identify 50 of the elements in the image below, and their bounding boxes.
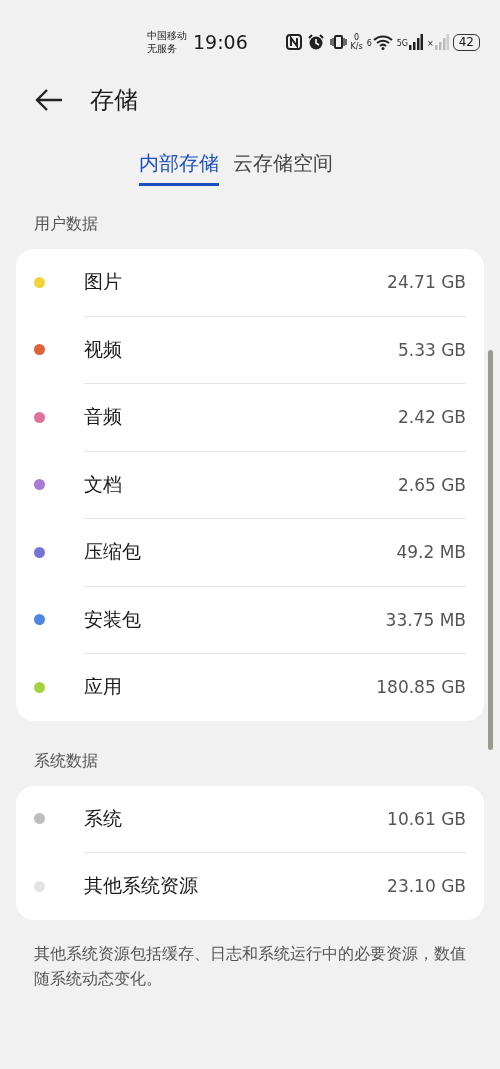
tab[interactable]: 云存储空间 xyxy=(233,146,333,186)
storage-row[interactable]: 音频 2.42 GB xyxy=(84,384,466,452)
category-size: 24.71 GB xyxy=(387,272,466,293)
speed-unit: K/s xyxy=(350,42,363,51)
network-label: 5G xyxy=(396,39,408,48)
category-size: 49.2 MB xyxy=(396,542,466,563)
category-name: 其他系统资源 xyxy=(84,873,199,899)
category-size: 33.75 MB xyxy=(385,609,466,630)
storage-row[interactable]: 压缩包 49.2 MB xyxy=(84,519,466,587)
wifi-label: 6 xyxy=(366,39,372,48)
category-size: 2.65 GB xyxy=(397,474,466,495)
category-size: 2.42 GB xyxy=(397,407,466,428)
alarm-icon xyxy=(306,33,325,51)
no-sim-mark: × xyxy=(427,39,434,48)
storage-row[interactable]: 应用 180.85 GB xyxy=(84,654,466,721)
clock-time: 19:06 xyxy=(193,31,248,53)
category-name: 视频 xyxy=(84,336,123,362)
page-title: 存储 xyxy=(90,85,138,116)
carrier-name: 中国移动 xyxy=(147,29,187,42)
battery-level: 42 xyxy=(452,33,480,51)
category-name: 文档 xyxy=(84,471,123,497)
category-size: 23.10 GB xyxy=(387,876,466,897)
storage-row[interactable]: 图片 24.71 GB xyxy=(84,249,466,317)
footnote-text: 其他系统资源包括缓存、日志和系统运行中的必要资源，数值随系统动态变化。 xyxy=(34,943,466,990)
category-name: 压缩包 xyxy=(84,539,142,565)
section-title: 系统数据 xyxy=(33,749,99,772)
category-name: 安装包 xyxy=(84,606,142,632)
storage-row[interactable]: 系统 10.61 GB xyxy=(84,785,466,853)
back-icon xyxy=(34,88,64,112)
tab[interactable]: 内部存储 xyxy=(139,146,219,186)
wifi-icon xyxy=(372,34,393,50)
category-name: 应用 xyxy=(84,674,123,700)
vibrate-icon xyxy=(328,33,347,51)
category-size: 5.33 GB xyxy=(397,339,466,360)
storage-row[interactable]: 视频 5.33 GB xyxy=(84,316,466,384)
category-name: 音频 xyxy=(84,404,123,430)
storage-row[interactable]: 其他系统资源 23.10 GB xyxy=(84,853,466,920)
storage-row[interactable]: 安装包 33.75 MB xyxy=(84,586,466,654)
nfc-icon xyxy=(284,33,303,51)
back-button[interactable] xyxy=(34,88,64,112)
service-status: 无服务 xyxy=(147,42,178,55)
category-size: 180.85 GB xyxy=(376,677,466,698)
category-name: 图片 xyxy=(84,269,123,295)
storage-row[interactable]: 文档 2.65 GB xyxy=(84,451,466,519)
section-title: 用户数据 xyxy=(33,213,99,235)
signal-icon xyxy=(434,34,449,50)
signal-icon xyxy=(409,34,423,50)
speed-value: 0 xyxy=(354,33,360,42)
category-size: 10.61 GB xyxy=(387,808,466,829)
category-name: 系统 xyxy=(84,805,123,831)
